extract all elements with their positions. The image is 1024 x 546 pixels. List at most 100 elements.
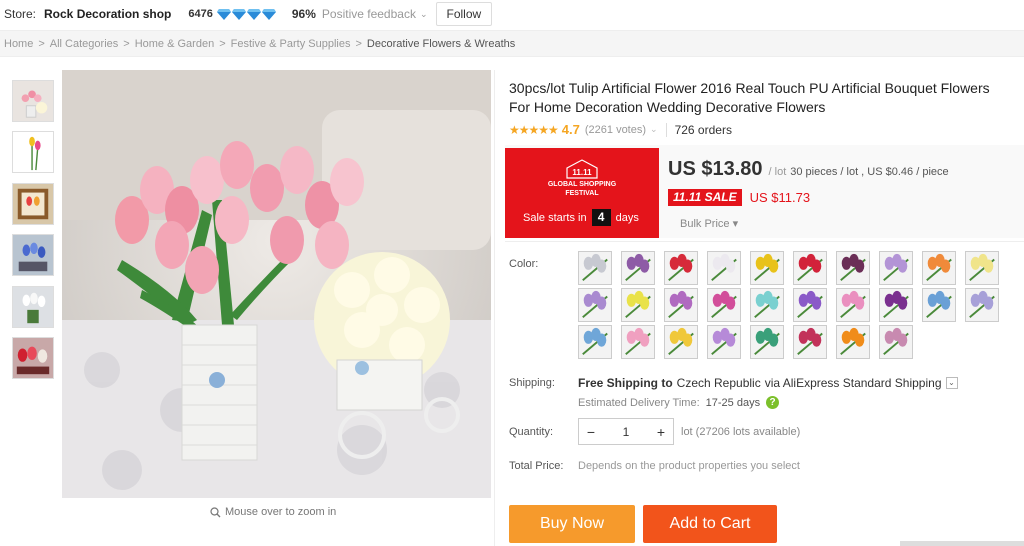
store-score: 6476 <box>188 8 213 20</box>
color-swatch[interactable] <box>836 325 870 359</box>
color-swatch[interactable] <box>750 288 784 322</box>
color-swatch[interactable] <box>879 251 913 285</box>
quantity-increase-button[interactable]: + <box>649 424 673 440</box>
red-tulips-icon <box>13 338 53 378</box>
color-swatch[interactable] <box>621 288 655 322</box>
color-swatch[interactable] <box>965 251 999 285</box>
color-swatch[interactable] <box>664 251 698 285</box>
promo-line-1: GLOBAL SHOPPING <box>547 181 617 188</box>
thumbnail-4[interactable] <box>12 234 54 276</box>
color-swatch[interactable] <box>836 288 870 322</box>
color-swatch[interactable] <box>707 325 741 359</box>
price-row: US $13.80 / lot 30 pieces / lot , US $0.… <box>668 158 949 181</box>
breadcrumb-current[interactable]: Decorative Flowers & Wreaths <box>367 38 515 50</box>
price-unit: / lot <box>768 166 787 178</box>
color-swatch[interactable] <box>750 251 784 285</box>
quantity-input[interactable]: 1 <box>603 425 649 439</box>
breadcrumb-festive-party[interactable]: Festive & Party Supplies <box>231 38 351 50</box>
shipping-country[interactable]: Czech Republic <box>677 376 761 390</box>
color-swatch[interactable] <box>578 288 612 322</box>
shipping-label: Shipping: <box>509 377 555 389</box>
sale-badge: 11.11 SALE <box>668 189 742 206</box>
add-to-cart-button[interactable]: Add to Cart <box>643 505 777 543</box>
store-name-link[interactable]: Rock Decoration shop <box>44 7 171 21</box>
thumbnail-3[interactable] <box>12 183 54 225</box>
quantity-decrease-button[interactable]: − <box>579 424 603 440</box>
thumbnail-5[interactable] <box>12 286 54 328</box>
color-swatch[interactable] <box>664 325 698 359</box>
diamond-icon <box>231 8 246 20</box>
breadcrumb-home-garden[interactable]: Home & Garden <box>135 38 214 50</box>
promo-headline: GLOBAL SHOPPING FESTIVAL <box>505 180 659 198</box>
chevron-down-icon[interactable]: ⌄ <box>420 9 428 20</box>
breadcrumb-separator: > <box>219 37 226 50</box>
quantity-label: Quantity: <box>509 426 554 438</box>
white-tulips-icon <box>13 287 53 327</box>
color-swatch[interactable] <box>879 325 913 359</box>
buy-now-button[interactable]: Buy Now <box>509 505 635 543</box>
color-swatch[interactable] <box>793 325 827 359</box>
tulip-swatch-icon <box>622 326 654 358</box>
color-swatch[interactable] <box>965 288 999 322</box>
single-tulip-stems-icon <box>13 132 53 172</box>
color-swatch[interactable] <box>664 288 698 322</box>
color-swatch[interactable] <box>621 251 655 285</box>
horizontal-scrollbar[interactable] <box>900 541 1024 546</box>
color-swatch[interactable] <box>707 251 741 285</box>
delivery-time: Estimated Delivery Time: 17-25 days ? <box>578 396 780 409</box>
tulip-swatch-icon <box>665 326 697 358</box>
thumbnail-2[interactable] <box>12 131 54 173</box>
diamond-icon <box>246 8 261 20</box>
shipping-line: Free Shipping to Czech Republic via AliE… <box>578 376 958 390</box>
magnifier-icon <box>210 506 221 517</box>
color-swatch[interactable] <box>707 288 741 322</box>
color-swatch[interactable] <box>750 325 784 359</box>
tulip-swatch-icon <box>751 252 783 284</box>
votes-link[interactable]: (2261 votes) <box>585 124 646 136</box>
diamond-icon <box>261 8 276 20</box>
follow-button[interactable]: Follow <box>435 2 493 26</box>
divider <box>505 241 1024 242</box>
help-icon[interactable]: ? <box>766 396 780 409</box>
color-swatch[interactable] <box>836 251 870 285</box>
tulip-swatch-icon <box>837 252 869 284</box>
color-swatch[interactable] <box>793 288 827 322</box>
zoom-hint: Mouse over to zoom in <box>210 506 336 518</box>
product-main-image[interactable] <box>62 70 491 498</box>
color-swatch[interactable] <box>621 325 655 359</box>
tulip-swatch-icon <box>751 326 783 358</box>
tulip-swatch-icon <box>579 289 611 321</box>
bulk-price-dropdown[interactable]: Bulk Price ▾ <box>680 217 738 230</box>
blue-tulips-icon <box>13 235 53 275</box>
color-label: Color: <box>509 258 539 270</box>
breadcrumb-home[interactable]: Home <box>4 38 33 50</box>
positive-feedback-dropdown[interactable]: Positive feedback <box>322 7 416 21</box>
color-swatch[interactable] <box>922 288 956 322</box>
diamond-icon <box>216 8 231 20</box>
tulips-framed-icon <box>13 184 53 224</box>
tulip-swatch-icon <box>880 289 912 321</box>
tulip-swatch-icon <box>923 289 955 321</box>
product-title: 30pcs/lot Tulip Artificial Flower 2016 R… <box>509 80 990 115</box>
tulip-swatch-icon <box>579 252 611 284</box>
tulip-swatch-icon <box>966 252 998 284</box>
quantity-stepper: − 1 + <box>578 418 674 445</box>
thumbnail-6[interactable] <box>12 337 54 379</box>
color-swatch[interactable] <box>578 325 612 359</box>
thumbnail-1[interactable] <box>12 80 54 122</box>
color-swatch[interactable] <box>922 251 956 285</box>
color-swatch[interactable] <box>879 288 913 322</box>
chevron-down-icon[interactable]: ⌄ <box>945 377 958 389</box>
store-label: Store: <box>4 7 37 21</box>
tulip-swatch-icon <box>966 289 998 321</box>
tulip-swatch-icon <box>708 252 740 284</box>
quantity-available: lot (27206 lots available) <box>681 426 801 438</box>
total-price-label: Total Price: <box>509 460 564 472</box>
delivery-label: Estimated Delivery Time: <box>578 396 700 409</box>
festival-logo-text: 11.11 <box>572 168 592 177</box>
color-swatch[interactable] <box>793 251 827 285</box>
color-swatch[interactable] <box>578 251 612 285</box>
promo-banner[interactable]: 11.11 GLOBAL SHOPPING FESTIVAL Sale star… <box>505 148 659 238</box>
chevron-down-icon[interactable]: ⌄ <box>650 124 658 135</box>
breadcrumb-all-categories[interactable]: All Categories <box>50 38 118 50</box>
